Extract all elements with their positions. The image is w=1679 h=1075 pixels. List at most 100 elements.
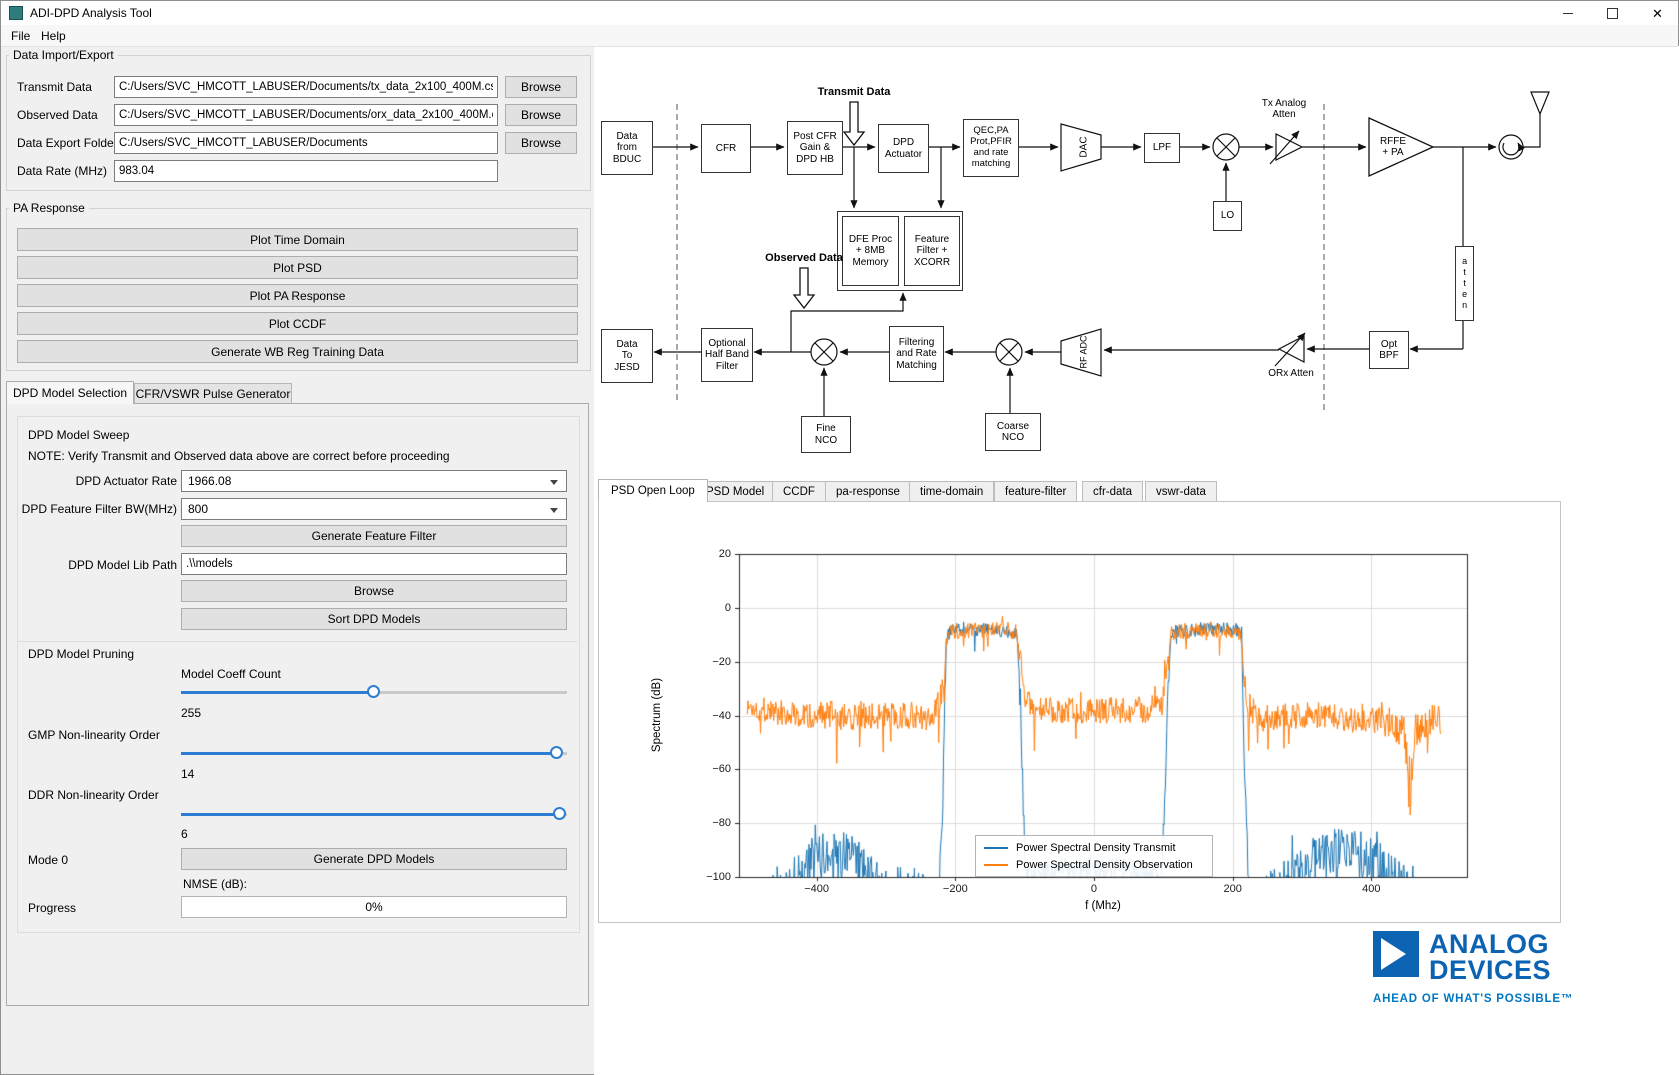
group-title: Data Import/Export [9,48,118,62]
tab-dpd-model-selection[interactable]: DPD Model Selection [6,381,134,404]
generate-wb-reg-training-data-button[interactable]: Generate WB Reg Training Data [17,340,578,363]
maximize-button[interactable] [1590,1,1635,25]
observed-data-annotation: Observed Data [765,252,843,264]
psd-chart-pane: −400 −200 0 200 400 20 0 −20 −40 −60 −80 −100 Spect… [598,501,1562,924]
block-filtering-rate-matching: Filtering and Rate Matching [889,326,944,382]
generate-dpd-models-button[interactable]: Generate DPD Models [181,848,567,870]
adi-branding: ANALOG DEVICES AHEAD OF WHAT'S POSSIBLE™ [1373,929,1673,1009]
gmp-order-label: GMP Non-linearity Order [28,728,160,742]
ddr-order-slider[interactable] [181,807,567,821]
app-icon [9,6,23,20]
block-atten: atten [1455,246,1474,321]
circulator-icon [1498,134,1525,160]
brand-line2: DEVICES [1429,955,1552,985]
slider-handle[interactable] [367,685,380,698]
dpd-actuator-rate-combobox[interactable]: 1966.08 [181,470,567,492]
dpd-actuator-rate-label: DPD Actuator Rate [75,474,177,488]
block-lpf: LPF [1144,133,1180,163]
dpd-feature-filter-bw-combobox[interactable]: 800 [181,498,567,520]
dpd-model-lib-path-input[interactable] [181,553,567,575]
x-tick-label: −200 [942,883,968,895]
section-divider [18,641,577,642]
title-bar: ADI-DPD Analysis Tool ✕ [1,1,1678,25]
close-button[interactable]: ✕ [1635,1,1679,25]
brand-line1: ANALOG [1429,929,1549,959]
legend-line-observation-icon [984,863,1008,866]
legend-label-transmit: Power Spectral Density Transmit [1016,841,1176,854]
gmp-order-value: 14 [181,767,195,781]
rf-adc-block: RF ADC [1060,328,1102,377]
plot-pa-response-button[interactable]: Plot PA Response [17,284,578,307]
orx-atten-label: ORx Atten [1268,368,1314,379]
section-title-dpd-model-sweep: DPD Model Sweep [28,428,130,442]
block-half-band-filter: Optional Half Band Filter [701,328,753,382]
window-title: ADI-DPD Analysis Tool [30,6,152,20]
tab-vswr-data[interactable]: vswr-data [1145,481,1217,502]
data-export-folder-label: Data Export Folder [17,136,118,150]
sort-dpd-models-button[interactable]: Sort DPD Models [181,608,567,630]
plot-ccdf-button[interactable]: Plot CCDF [17,312,578,335]
note-text: NOTE: Verify Transmit and Observed data … [28,449,450,463]
close-icon: ✕ [1652,5,1663,21]
transmit-data-arrow-icon [842,101,866,147]
nmse-label: NMSE (dB): [183,877,248,891]
tab-cfr-data[interactable]: cfr-data [1082,481,1143,502]
browse-observed-button[interactable]: Browse [505,104,577,126]
gmp-order-slider[interactable] [181,746,567,760]
tab-cfr-vswr-pulse-generator[interactable]: CFR/VSWR Pulse Generator [134,383,292,404]
x-axis-label: f (Mhz) [1085,900,1121,912]
tab-time-domain[interactable]: time-domain [909,481,995,502]
x-tick-label: 400 [1362,883,1381,895]
chevron-down-icon [550,508,558,513]
block-dfe-proc: DFE Proc + 8MB Memory [842,216,899,286]
y-tick-label: −20 [712,655,731,668]
x-tick-label: −400 [804,883,830,895]
svg-text:DAC: DAC [1079,136,1090,157]
transmit-data-input[interactable] [114,76,498,98]
tab-psd-open-loop[interactable]: PSD Open Loop [598,479,708,502]
app-window: { "window": { "title": "ADI-DPD Analysis… [0,0,1679,1075]
legend-entry: Power Spectral Density Transmit [984,842,1204,854]
tab-feature-filter[interactable]: feature-filter [994,481,1078,502]
browse-models-button[interactable]: Browse [181,580,567,602]
menu-item-help[interactable]: Help [33,25,74,46]
y-axis-label: Spectrum (dB) [651,677,663,753]
block-cfr: CFR [701,124,751,173]
orx-atten-icon [1274,332,1306,367]
data-rate-label: Data Rate (MHz) [17,164,108,178]
block-post-cfr: Post CFR Gain & DPD HB [787,121,843,175]
plot-psd-button[interactable]: Plot PSD [17,256,578,279]
model-coeff-slider[interactable] [181,685,567,699]
x-tick-label: 0 [1090,883,1098,895]
minimize-button[interactable] [1545,1,1590,25]
y-tick-label: −100 [706,871,731,883]
block-fine-nco: Fine NCO [801,416,851,453]
data-rate-input[interactable] [114,160,498,182]
tab-pa-response[interactable]: pa-response [825,481,911,502]
ddr-order-label: DDR Non-linearity Order [28,788,159,802]
rffe-pa-label: RFFE + PA [1379,136,1407,158]
ddr-order-value: 6 [181,827,188,841]
plot-time-domain-button[interactable]: Plot Time Domain [17,228,578,251]
mixer-icon [995,338,1023,366]
data-export-folder-input[interactable] [114,132,498,154]
minimize-icon [1562,12,1573,14]
antenna-icon [1530,91,1550,116]
dpd-feature-filter-bw-value: 800 [188,502,209,516]
tab-ccdf[interactable]: CCDF [772,481,826,502]
transmit-data-label: Transmit Data [17,80,92,94]
observed-data-input[interactable] [114,104,498,126]
slider-fill [181,691,374,694]
x-tick-label: 200 [1223,883,1242,895]
block-feature-filter: Feature Filter + XCORR [904,216,960,286]
generate-feature-filter-button[interactable]: Generate Feature Filter [181,525,567,547]
svg-text:RF ADC: RF ADC [1078,335,1088,369]
slider-handle[interactable] [550,746,563,759]
browse-export-folder-button[interactable]: Browse [505,132,577,154]
observed-data-label: Observed Data [17,108,98,122]
slider-handle[interactable] [553,807,566,820]
browse-transmit-button[interactable]: Browse [505,76,577,98]
slider-fill [181,813,559,816]
menu-bar: File Help [1,25,1678,47]
dpd-actuator-rate-value: 1966.08 [188,474,232,488]
